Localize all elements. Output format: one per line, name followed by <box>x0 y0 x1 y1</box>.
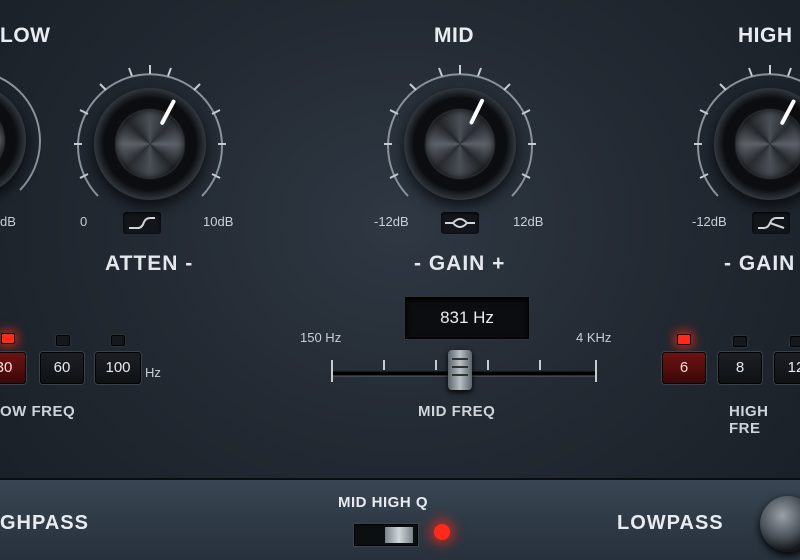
mid-bell-curve-icon <box>441 212 479 234</box>
high-shelf-curve-icon <box>752 212 790 234</box>
high-freq-8-button[interactable]: 8 <box>718 352 762 384</box>
low-boost-max-label: dB <box>0 214 16 229</box>
high-freq-12-button[interactable]: 12 <box>774 352 800 384</box>
low-atten-label: ATTEN - <box>105 252 194 275</box>
high-freq-led-8 <box>733 336 747 347</box>
mid-gain-knob[interactable] <box>370 54 550 234</box>
high-freq-led-12 <box>790 336 800 347</box>
highpass-label: GHPASS <box>0 512 89 534</box>
high-gain-label: - GAIN <box>724 252 796 275</box>
low-freq-led-60 <box>56 335 70 346</box>
lowpass-label: LOWPASS <box>617 512 724 534</box>
low-freq-led-30 <box>1 333 15 344</box>
eq-plugin-panel: LOW dB 0 10dB ATTEN - 0 60 100 Hz OW FRE… <box>0 0 800 560</box>
mid-high-q-label: MID HIGH Q <box>338 494 428 511</box>
low-section-title: LOW <box>0 24 51 47</box>
mid-freq-max-label: 4 KHz <box>576 330 612 345</box>
low-freq-100-button[interactable]: 100 <box>95 352 141 384</box>
mid-freq-label: MID FREQ <box>418 403 496 420</box>
mid-gain-min-label: -12dB <box>374 214 409 229</box>
mid-gain-knob-body <box>404 88 516 200</box>
mid-gain-label: - GAIN + <box>414 252 506 275</box>
low-atten-min-label: 0 <box>80 214 88 229</box>
mid-freq-min-label: 150 Hz <box>300 330 342 345</box>
high-freq-6-button[interactable]: 6 <box>662 352 706 384</box>
low-shelf-curve-icon <box>123 212 161 234</box>
mid-high-q-switch[interactable] <box>354 524 418 546</box>
mid-freq-slider-handle[interactable] <box>448 350 472 390</box>
low-freq-unit-label: Hz <box>145 365 161 380</box>
mid-high-q-switch-handle <box>385 527 413 543</box>
low-freq-60-button[interactable]: 60 <box>40 352 84 384</box>
high-gain-knob[interactable] <box>680 54 800 234</box>
lowpass-knob[interactable] <box>760 496 800 552</box>
filter-bar: GHPASS MID HIGH Q LOWPASS <box>0 478 800 560</box>
mid-high-q-led <box>434 524 450 540</box>
high-gain-min-label: -12dB <box>692 214 727 229</box>
low-freq-led-100 <box>111 335 125 346</box>
mid-gain-max-label: 12dB <box>513 214 544 229</box>
mid-freq-display: 831 Hz <box>405 297 529 339</box>
high-freq-label: HIGH FRE <box>729 403 769 437</box>
high-freq-led-6 <box>677 334 691 345</box>
low-atten-max-label: 10dB <box>203 214 234 229</box>
low-atten-knob-body <box>94 88 206 200</box>
low-boost-knob[interactable] <box>0 50 60 230</box>
low-atten-knob[interactable] <box>60 54 240 234</box>
high-section-title: HIGH <box>738 24 793 47</box>
low-freq-30-button[interactable]: 30 <box>0 352 26 384</box>
low-freq-label: OW FREQ <box>0 403 76 420</box>
mid-section-title: MID <box>434 24 474 47</box>
